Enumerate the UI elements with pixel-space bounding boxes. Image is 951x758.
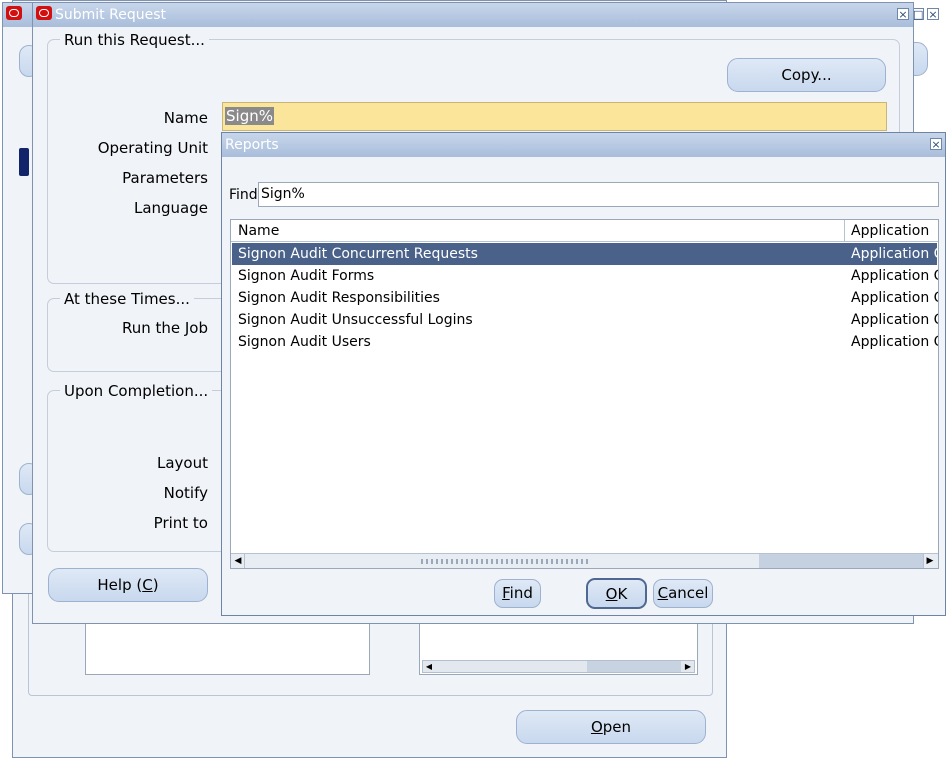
print-to-label: Print to — [153, 514, 208, 532]
scroll-right-arrow-icon[interactable]: ▶ — [682, 661, 694, 672]
find-label: Find — [229, 187, 258, 203]
navigator-selection-marker — [19, 148, 29, 176]
reports-close-icon[interactable]: × — [930, 138, 942, 150]
submit-request-title: Submit Request — [55, 7, 166, 23]
navigator-title-bar — [3, 3, 35, 27]
name-field[interactable]: Sign% — [222, 102, 887, 131]
submit-request-close-icon[interactable]: × — [897, 8, 909, 20]
run-request-group-title: Run this Request... — [60, 31, 209, 49]
column-divider[interactable] — [844, 220, 845, 242]
parameters-label: Parameters — [122, 169, 208, 187]
table-row[interactable]: Signon Audit Responsibilities Applicatio… — [232, 287, 938, 309]
times-group-title: At these Times... — [60, 290, 194, 308]
background-hscrollbar[interactable]: ◀ ▶ — [422, 660, 695, 673]
ok-button[interactable]: OK — [586, 578, 647, 609]
reports-dialog: Reports × Find Sign% Name Application Si… — [221, 132, 946, 616]
table-row[interactable]: Signon Audit Users Application O — [232, 331, 938, 353]
help-button[interactable]: Help (C) — [48, 568, 208, 602]
oracle-icon — [6, 6, 22, 20]
table-row[interactable]: Signon Audit Unsuccessful Logins Applica… — [232, 309, 938, 331]
copy-button[interactable]: Copy... — [727, 58, 886, 92]
find-input[interactable]: Sign% — [258, 182, 939, 207]
scroll-thumb[interactable] — [759, 554, 923, 568]
table-row[interactable]: Signon Audit Forms Application O — [232, 265, 938, 287]
notify-label: Notify — [163, 484, 208, 502]
scroll-left-arrow-icon[interactable]: ◀ — [423, 661, 435, 672]
cancel-button[interactable]: Cancel — [653, 579, 713, 608]
name-field-value: Sign% — [225, 107, 274, 125]
scroll-right-arrow-icon[interactable]: ▶ — [923, 554, 936, 568]
scroll-track-grip[interactable] — [421, 559, 589, 564]
run-job-label: Run the Job — [121, 319, 208, 337]
open-button[interactable]: Open — [516, 710, 706, 744]
scroll-thumb[interactable] — [587, 661, 681, 672]
reports-title-bar: Reports × — [222, 133, 945, 157]
language-label: Language — [133, 199, 208, 217]
completion-group-title: Upon Completion... — [60, 382, 213, 400]
table-row[interactable]: Signon Audit Concurrent Requests Applica… — [232, 243, 938, 265]
layout-label: Layout — [157, 454, 208, 472]
submit-request-title-bar: Submit Request × — [33, 3, 913, 27]
column-header-name[interactable]: Name — [238, 223, 279, 239]
oracle-icon — [36, 6, 52, 20]
navigator-window — [2, 2, 39, 594]
background-close-icon[interactable]: × — [927, 8, 939, 20]
scroll-left-arrow-icon[interactable]: ◀ — [232, 554, 245, 568]
operating-unit-label: Operating Unit — [97, 139, 208, 157]
table-header: Name Application — [231, 220, 938, 242]
reports-title: Reports — [225, 137, 279, 153]
find-input-value: Sign% — [261, 186, 305, 202]
table-hscrollbar[interactable]: ◀ ▶ — [231, 553, 938, 568]
results-table: Name Application Signon Audit Concurrent… — [230, 219, 939, 569]
column-header-application[interactable]: Application — [851, 223, 929, 239]
find-button[interactable]: Find — [494, 579, 541, 608]
name-label: Name — [163, 109, 208, 127]
